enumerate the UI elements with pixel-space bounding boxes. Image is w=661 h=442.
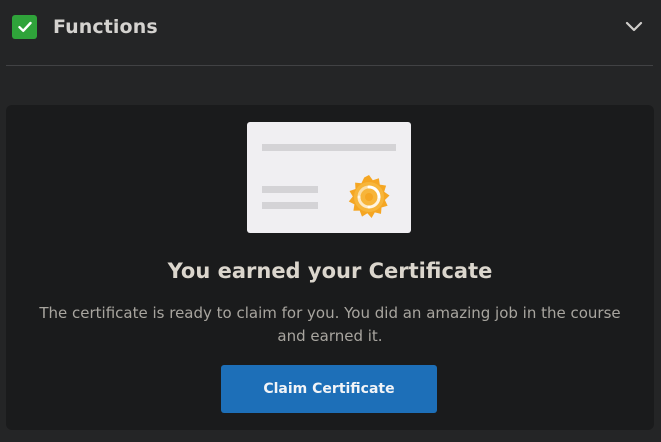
seal-icon xyxy=(348,175,390,218)
certificate-icon xyxy=(247,122,411,233)
section-divider xyxy=(6,65,653,66)
certificate-line xyxy=(262,186,318,193)
certificate-title: You earned your Certificate xyxy=(167,259,493,283)
certificate-line xyxy=(262,144,396,151)
page: Functions You earned your Certificate Th… xyxy=(0,0,661,442)
claim-certificate-button[interactable]: Claim Certificate xyxy=(221,365,437,413)
chevron-down-icon[interactable] xyxy=(624,18,644,36)
certificate-card: You earned your Certificate The certific… xyxy=(6,105,654,430)
certificate-line xyxy=(262,202,318,209)
section-header-functions[interactable]: Functions xyxy=(0,0,661,54)
certificate-description: The certificate is ready to claim for yo… xyxy=(39,304,621,345)
completed-check-icon xyxy=(12,15,37,39)
section-title: Functions xyxy=(53,16,158,38)
